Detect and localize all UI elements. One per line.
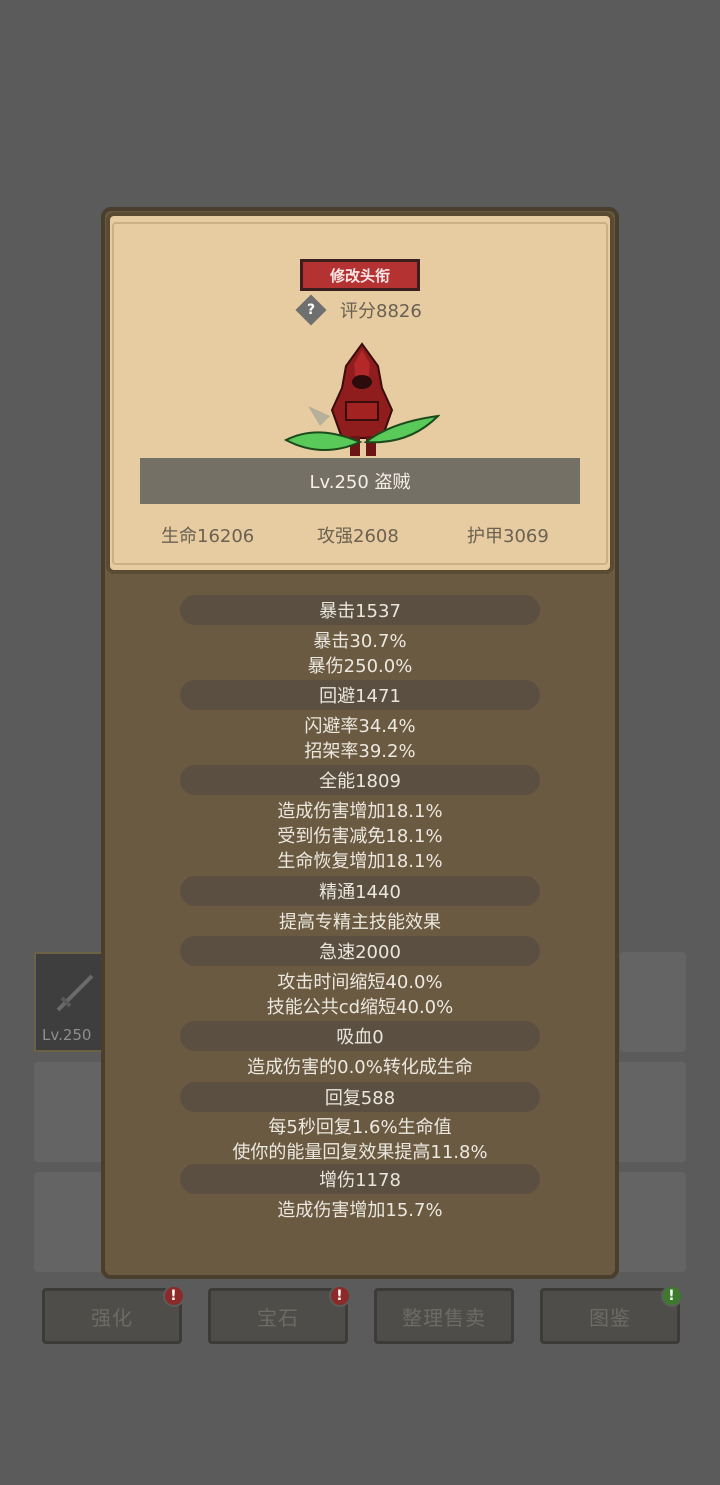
attr-header-lifesteal: 吸血0	[180, 1021, 540, 1051]
gem-button[interactable]: 宝石 !	[208, 1285, 351, 1344]
attr-line: 生命恢复增加18.1%	[277, 851, 443, 872]
attr-header-versatility: 全能1809	[180, 765, 540, 795]
attr-line: 攻击时间缩短40.0%	[277, 972, 443, 993]
attr-line: 技能公共cd缩短40.0%	[266, 997, 454, 1018]
item-level: Lv.250	[42, 1026, 92, 1044]
attr-line: 每5秒回复1.6%生命值	[268, 1117, 452, 1138]
attr-header-mastery: 精通1440	[180, 876, 540, 906]
codex-label: 图鉴	[589, 1305, 631, 1330]
score-text: 评分8826	[340, 301, 422, 322]
codex-button[interactable]: 图鉴 !	[540, 1285, 683, 1344]
attr-line: 闪避率34.4%	[304, 716, 416, 737]
stat-health: 生命16206	[161, 526, 255, 547]
help-icon[interactable]: ?	[295, 294, 327, 326]
stat-armor: 护甲3069	[467, 526, 549, 547]
attr-header-avoidance: 回避1471	[180, 680, 540, 710]
alert-badge-icon: !	[329, 1285, 351, 1307]
sort-sell-label: 整理售卖	[402, 1305, 486, 1330]
level-class-bar: Lv.250 盗贼	[140, 458, 580, 504]
attr-line: 招架率39.2%	[304, 741, 416, 762]
score-row: ? 评分8826	[295, 294, 422, 326]
attr-line: 造成伤害增加18.1%	[277, 801, 443, 822]
attr-header-haste: 急速2000	[180, 936, 540, 966]
sort-sell-button[interactable]: 整理售卖	[374, 1288, 514, 1344]
attr-header-crit: 暴击1537	[180, 595, 540, 625]
attr-header-regen: 回复588	[180, 1082, 540, 1112]
sword-icon	[56, 974, 94, 1012]
enhance-label: 强化	[91, 1305, 133, 1330]
equipped-item-slot[interactable]: Lv.250	[34, 952, 104, 1052]
inventory-row-1-right	[620, 952, 686, 1052]
attr-line: 造成伤害增加15.7%	[277, 1200, 443, 1221]
alert-badge-icon: !	[163, 1285, 185, 1307]
attr-line: 使你的能量回复效果提高11.8%	[232, 1142, 488, 1163]
rogue-character-icon	[284, 342, 440, 456]
gem-label: 宝石	[257, 1305, 299, 1330]
attr-header-damage-bonus: 增伤1178	[180, 1164, 540, 1194]
attr-line: 提高专精主技能效果	[279, 912, 441, 933]
alert-badge-icon: !	[661, 1285, 683, 1307]
enhance-button[interactable]: 强化 !	[42, 1285, 185, 1344]
attr-line: 暴击30.7%	[313, 631, 407, 652]
attr-line: 受到伤害减免18.1%	[277, 826, 443, 847]
stat-attack-power: 攻强2608	[317, 526, 399, 547]
modify-title-button[interactable]: 修改头衔	[300, 259, 420, 291]
attr-line: 暴伤250.0%	[307, 656, 413, 677]
attr-line: 造成伤害的0.0%转化成生命	[247, 1057, 473, 1078]
